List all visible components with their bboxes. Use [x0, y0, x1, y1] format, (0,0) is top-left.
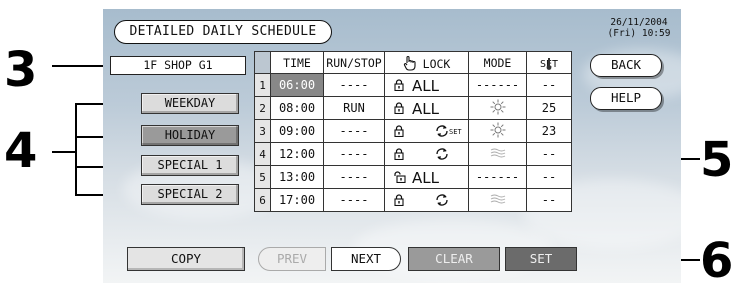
- group-name-field: 1F SHOP G1: [110, 56, 246, 75]
- set-button[interactable]: SET: [505, 247, 577, 271]
- run-stop-cell[interactable]: ----: [323, 165, 385, 189]
- run-stop-header: RUN/STOP: [323, 51, 385, 74]
- closed-padlock-icon: [394, 102, 404, 114]
- date-text: 26/11/2004: [610, 17, 668, 28]
- schedule-header-row: TIME RUN/STOP LOCK MODE SET: [254, 51, 572, 74]
- back-button[interactable]: BACK: [590, 54, 662, 77]
- wave-icon: [490, 194, 505, 203]
- callout-4: 4: [4, 123, 38, 179]
- time-header: TIME: [270, 51, 324, 74]
- hand-pointer-icon: [403, 55, 416, 71]
- schedule-row[interactable]: 2 08:00 RUN ALL 25: [254, 96, 572, 120]
- special-1-button[interactable]: SPECIAL 1: [141, 155, 239, 176]
- run-stop-cell[interactable]: ----: [323, 119, 385, 143]
- set-cell[interactable]: --: [526, 188, 572, 212]
- mode-cell[interactable]: [468, 188, 527, 212]
- lock-value: ALL: [412, 169, 439, 187]
- mode-cell[interactable]: [468, 142, 527, 166]
- time-cell[interactable]: 08:00: [270, 96, 324, 120]
- row-index: 2: [254, 96, 271, 120]
- rotate-icon: [436, 148, 448, 160]
- wave-icon: [490, 148, 505, 157]
- next-button[interactable]: NEXT: [331, 247, 401, 271]
- time-cell[interactable]: 12:00: [270, 142, 324, 166]
- callout-5: 5: [700, 132, 734, 188]
- time-cell[interactable]: 13:00: [270, 165, 324, 189]
- run-stop-cell[interactable]: ----: [323, 142, 385, 166]
- set-cell[interactable]: --: [526, 142, 572, 166]
- lock-header: LOCK: [384, 51, 469, 74]
- rotate-icon: [436, 194, 448, 206]
- schedule-row[interactable]: 3 09:00 ---- SET 23: [254, 119, 572, 143]
- lock-cell[interactable]: [384, 142, 469, 166]
- special-2-button[interactable]: SPECIAL 2: [141, 184, 239, 205]
- row-index: 5: [254, 165, 271, 189]
- run-stop-cell[interactable]: RUN: [323, 96, 385, 120]
- time-text: (Fri) 10:59: [607, 28, 671, 39]
- lock-cell[interactable]: ALL: [384, 165, 469, 189]
- mode-cell[interactable]: ------: [468, 165, 527, 189]
- open-padlock-icon: [394, 171, 406, 183]
- rotate-set-icon: SET: [436, 125, 462, 137]
- help-button[interactable]: HELP: [590, 87, 662, 110]
- time-cell[interactable]: 09:00: [270, 119, 324, 143]
- callout-3-line: [52, 65, 110, 67]
- callout-4-line-stem: [52, 151, 76, 153]
- schedule-row[interactable]: 1 06:00 ---- ALL ------ --: [254, 73, 572, 97]
- sun-icon: [490, 99, 505, 114]
- set-header: SET: [526, 51, 572, 74]
- lock-value: ALL: [412, 100, 439, 118]
- prev-button[interactable]: PREV: [258, 247, 326, 271]
- index-header: [254, 51, 271, 74]
- mode-cell[interactable]: ------: [468, 73, 527, 97]
- set-cell[interactable]: 23: [526, 119, 572, 143]
- callout-4-line-vertical: [75, 103, 77, 194]
- svg-text:SET: SET: [449, 128, 462, 136]
- schedule-table: TIME RUN/STOP LOCK MODE SET 1 06:00 ----…: [254, 51, 572, 212]
- set-cell[interactable]: --: [526, 73, 572, 97]
- run-stop-cell[interactable]: ----: [323, 188, 385, 212]
- lock-cell[interactable]: SET: [384, 119, 469, 143]
- set-cell[interactable]: 25: [526, 96, 572, 120]
- row-index: 3: [254, 119, 271, 143]
- closed-padlock-icon: [394, 148, 404, 160]
- callout-6: 6: [700, 233, 734, 287]
- page-title: DETAILED DAILY SCHEDULE: [114, 20, 332, 44]
- row-index: 1: [254, 73, 271, 97]
- schedule-row[interactable]: 6 17:00 ---- --: [254, 188, 572, 212]
- closed-padlock-icon: [394, 125, 404, 137]
- date-time-display: 26/11/2004 (Fri) 10:59: [606, 17, 672, 39]
- callout-3: 3: [4, 42, 38, 98]
- row-index: 4: [254, 142, 271, 166]
- clear-button[interactable]: CLEAR: [408, 247, 500, 271]
- closed-padlock-icon: [394, 194, 404, 206]
- lock-header-label: LOCK: [422, 56, 451, 71]
- row-index: 6: [254, 188, 271, 212]
- lock-cell[interactable]: ALL: [384, 96, 469, 120]
- weekday-button[interactable]: WEEKDAY: [141, 93, 239, 114]
- schedule-row[interactable]: 5 13:00 ---- ALL ------ --: [254, 165, 572, 189]
- set-cell[interactable]: --: [526, 165, 572, 189]
- run-stop-cell[interactable]: ----: [323, 73, 385, 97]
- closed-padlock-icon: [394, 79, 404, 91]
- mode-cell[interactable]: [468, 119, 527, 143]
- copy-button[interactable]: COPY: [127, 247, 245, 271]
- sun-icon: [490, 122, 505, 137]
- lock-value: ALL: [412, 77, 439, 95]
- lock-cell[interactable]: [384, 188, 469, 212]
- holiday-button[interactable]: HOLIDAY: [141, 125, 239, 146]
- mode-header: MODE: [468, 51, 527, 74]
- thermometer-icon: [546, 58, 552, 70]
- lock-cell[interactable]: ALL: [384, 73, 469, 97]
- schedule-row[interactable]: 4 12:00 ---- --: [254, 142, 572, 166]
- time-cell[interactable]: 06:00: [270, 73, 324, 97]
- mode-cell[interactable]: [468, 96, 527, 120]
- time-cell[interactable]: 17:00: [270, 188, 324, 212]
